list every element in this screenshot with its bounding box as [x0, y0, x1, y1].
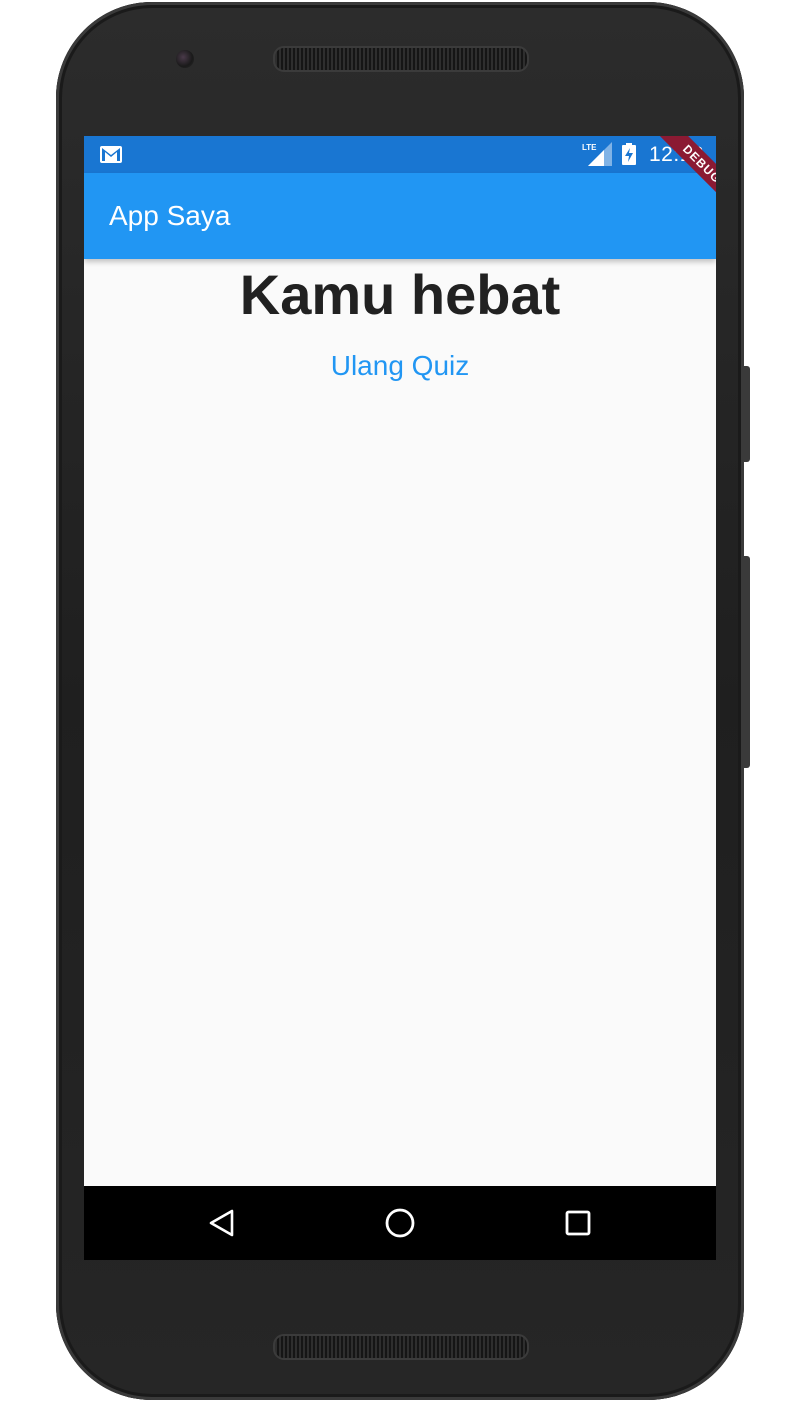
home-icon	[385, 1208, 415, 1238]
lte-label: LTE	[582, 143, 597, 152]
bottom-speaker	[273, 1334, 529, 1360]
navigation-bar	[84, 1186, 716, 1260]
app-bar: App Saya	[84, 173, 716, 259]
front-camera	[176, 50, 194, 68]
status-bar: LTE 12:12	[84, 136, 716, 173]
back-icon	[209, 1209, 234, 1237]
retry-quiz-button[interactable]: Ulang Quiz	[310, 342, 490, 390]
home-button[interactable]	[380, 1203, 420, 1243]
gmail-icon	[100, 146, 122, 163]
result-title: Kamu hebat	[239, 263, 561, 326]
power-button	[743, 366, 750, 462]
lte-signal-icon: LTE	[582, 142, 612, 166]
top-speaker	[273, 46, 529, 72]
recents-button[interactable]	[558, 1203, 598, 1243]
volume-button	[743, 556, 750, 768]
debug-label: DEBUG	[645, 136, 716, 221]
app-title: App Saya	[109, 200, 231, 231]
screen: LTE 12:12 App Saya DEBUG Kamu hebat Ulan…	[84, 136, 716, 1260]
back-button[interactable]	[202, 1203, 242, 1243]
debug-banner: DEBUG	[624, 136, 716, 228]
recents-icon	[565, 1210, 591, 1236]
